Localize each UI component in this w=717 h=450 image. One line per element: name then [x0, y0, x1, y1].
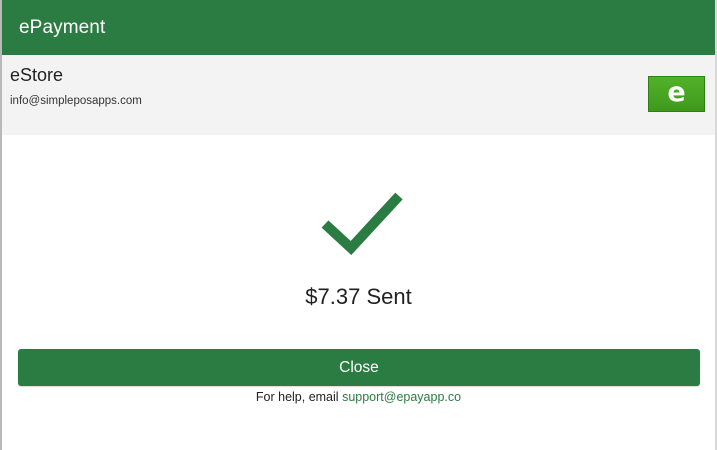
help-prefix: For help, email — [255, 390, 339, 404]
checkmark-icon — [321, 192, 403, 256]
title-bar: ePayment — [2, 0, 715, 55]
logo-letter: e — [667, 76, 686, 108]
merchant-name: eStore — [10, 65, 64, 85]
support-email-link[interactable]: support@epayapp.co — [342, 390, 461, 404]
merchant-email: info@simpleposapps.com — [10, 95, 142, 107]
merchant-logo: e — [648, 76, 705, 112]
dialog-title: ePayment — [19, 16, 106, 38]
payment-dialog: ePayment eStore info@simpleposapps.com e… — [0, 0, 717, 450]
close-button[interactable]: Close — [18, 349, 700, 386]
payment-status-message: $7.37 Sent — [305, 284, 412, 309]
merchant-header: eStore info@simpleposapps.com e — [2, 55, 715, 135]
help-text: For help, email support@epayapp.co — [2, 390, 715, 404]
